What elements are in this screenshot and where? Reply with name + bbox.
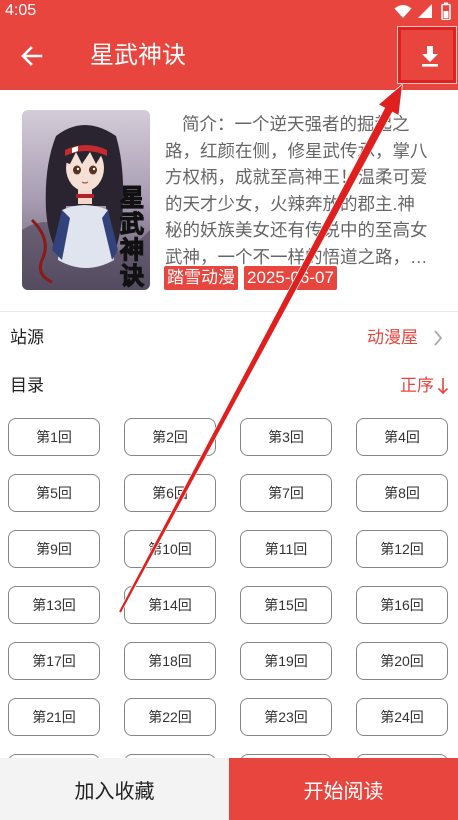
source-label: 站源 [10, 328, 44, 347]
episode-button[interactable]: 第23回 [240, 698, 332, 736]
episode-button[interactable]: 第24回 [356, 698, 448, 736]
description-line: 的天才少女，火辣奔放的郡主.神 [165, 193, 415, 214]
cover-lettering-char: 神 [120, 235, 144, 264]
catalog-label: 目录 [10, 376, 44, 395]
episode-button[interactable]: 第6回 [124, 474, 216, 512]
catalog-header: 目录 正序 [0, 366, 458, 406]
bottom-action-bar: 加入收藏 开始阅读 [0, 758, 458, 820]
battery-icon [441, 2, 451, 20]
episode-button[interactable]: 第4回 [356, 418, 448, 456]
description-line: 路，红颜在侧，修星武传承，掌八 [165, 140, 428, 161]
sort-order-label: 正序 [400, 376, 434, 395]
download-button[interactable] [413, 38, 447, 74]
chevron-right-icon [434, 330, 443, 346]
episode-button[interactable]: 第1回 [8, 418, 100, 456]
episode-button[interactable]: 第18回 [124, 642, 216, 680]
description-line: 方权柄，成就至高神王！温柔可爱 [165, 167, 428, 187]
divider [0, 311, 458, 312]
episode-button[interactable]: 第17回 [8, 642, 100, 680]
status-bar: 4:05 [0, 0, 458, 22]
wifi-icon [394, 5, 412, 18]
episode-button[interactable]: 第10回 [124, 530, 216, 568]
episode-button[interactable]: 第5回 [8, 474, 100, 512]
episode-button[interactable]: 第3回 [240, 418, 332, 456]
signal-icon [418, 4, 432, 18]
episode-button[interactable]: 第16回 [356, 586, 448, 624]
episode-button[interactable]: 第2回 [124, 418, 216, 456]
source-value: 动漫屋 [367, 328, 418, 347]
tag-list: 踏雪动漫 2025-06-07 [164, 266, 337, 290]
episode-button[interactable]: 第7回 [240, 474, 332, 512]
author-tag: 踏雪动漫 [164, 266, 238, 290]
start-reading-button[interactable]: 开始阅读 [229, 758, 458, 820]
episode-button[interactable]: 第8回 [356, 474, 448, 512]
date-tag: 2025-06-07 [244, 266, 337, 290]
episode-button[interactable]: 第11回 [240, 530, 332, 568]
episode-button[interactable]: 第22回 [124, 698, 216, 736]
episode-button[interactable]: 第14回 [124, 586, 216, 624]
add-favorite-button[interactable]: 加入收藏 [0, 758, 229, 820]
episode-button[interactable]: 第9回 [8, 530, 100, 568]
arrow-left-icon [21, 46, 43, 66]
status-time: 4:05 [5, 2, 37, 19]
arrow-down-icon [437, 378, 449, 395]
source-row[interactable]: 站源 动漫屋 [0, 318, 458, 358]
cover-lettering-char: 星 [120, 183, 144, 212]
description-line: 秘的妖族美女还有传说中的至高女 [165, 220, 428, 240]
page-title: 星武神诀 [90, 42, 186, 69]
episode-button[interactable]: 第20回 [356, 642, 448, 680]
app-bar: 星武神诀 [0, 22, 458, 90]
episode-button[interactable]: 第21回 [8, 698, 100, 736]
episode-button[interactable]: 第19回 [240, 642, 332, 680]
episode-grid: 第1回 第2回 第3回 第4回 第5回 第6回 第7回 第8回 第9回 第10回… [8, 418, 448, 792]
description: 简介：一个逆天强者的掘起之 路，红颜在侧，修星武传承，掌八 方权柄，成就至高神王… [165, 111, 450, 270]
cover-image: 星 武 神 诀 [22, 110, 150, 290]
cover-lettering-char: 武 [120, 209, 144, 238]
episode-button[interactable]: 第15回 [240, 586, 332, 624]
episode-button[interactable]: 第13回 [8, 586, 100, 624]
download-icon [422, 46, 438, 67]
description-line: 简介：一个逆天强者的掘起之 [182, 114, 410, 134]
episode-button[interactable]: 第12回 [356, 530, 448, 568]
cover-lettering-char: 诀 [120, 261, 144, 290]
sort-order-button[interactable]: 正序 [398, 374, 452, 398]
back-button[interactable] [16, 40, 48, 72]
